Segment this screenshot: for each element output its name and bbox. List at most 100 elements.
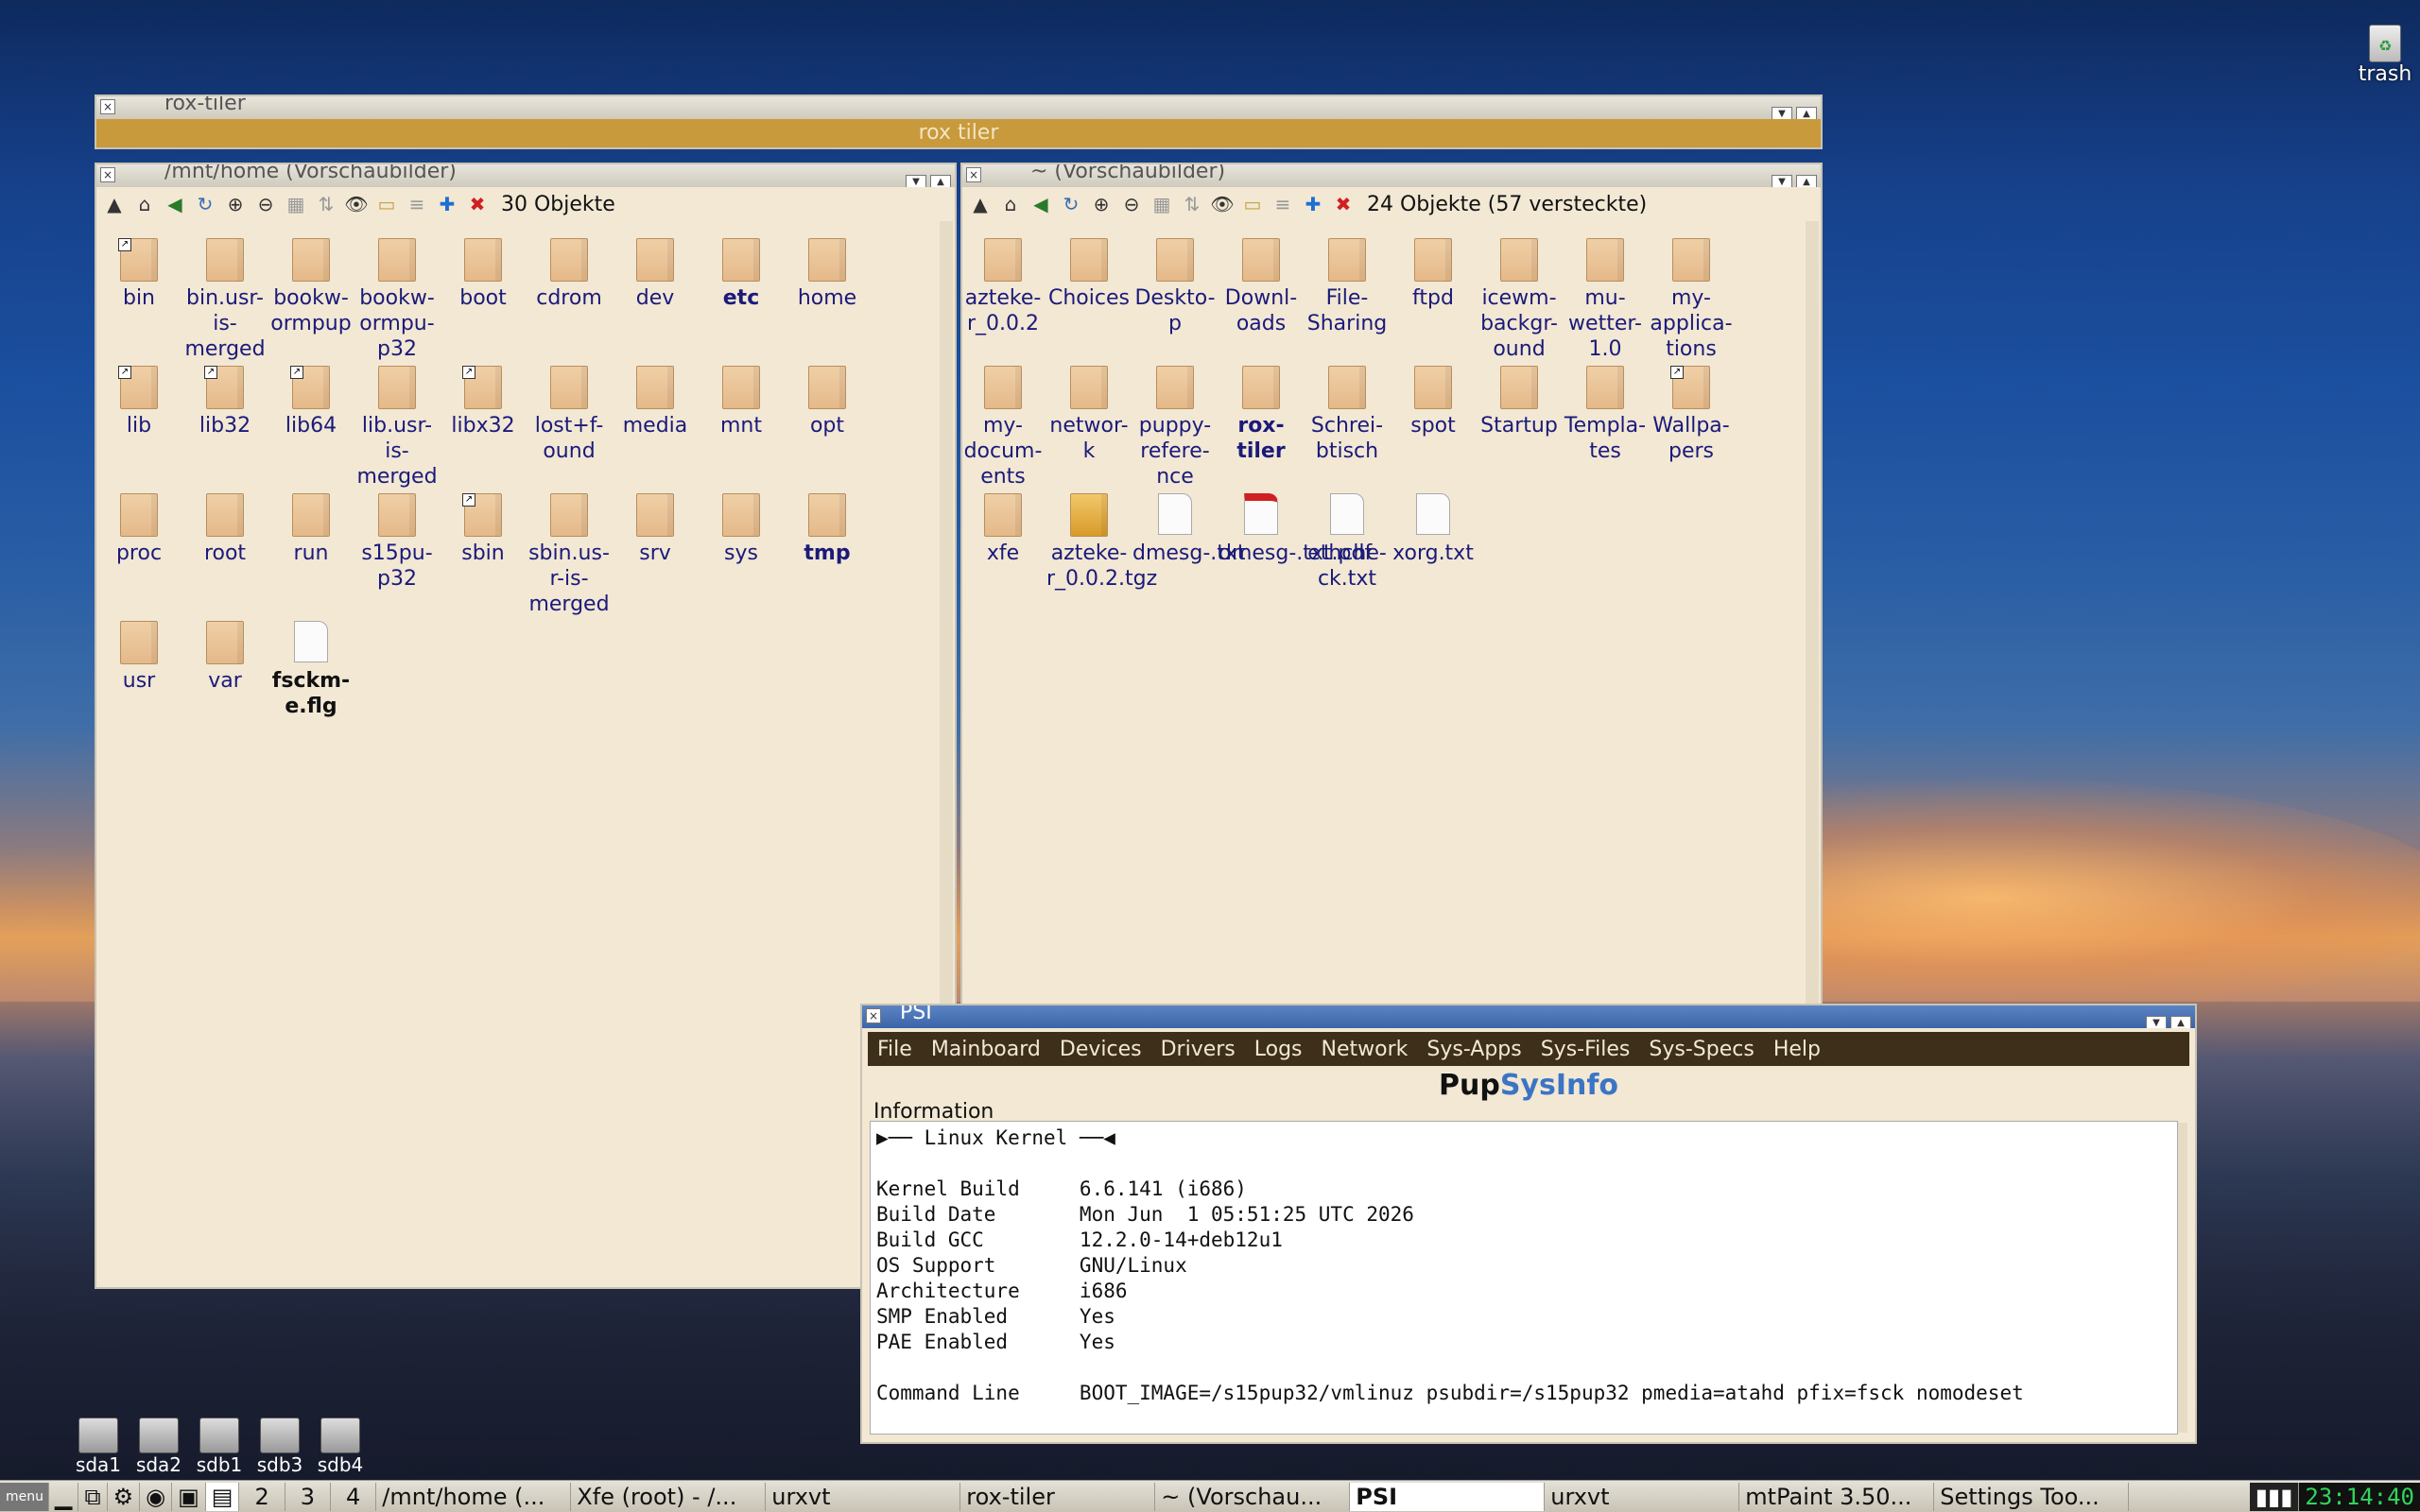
- folder-item[interactable]: Choices: [1046, 238, 1132, 311]
- folder-item[interactable]: lost+f-ound: [527, 366, 612, 464]
- select-icon[interactable]: ✚: [435, 192, 459, 216]
- close-icon[interactable]: ×: [966, 167, 981, 182]
- folder-item[interactable]: ↗ sbin: [441, 493, 526, 566]
- folder-item[interactable]: ↗ bin: [96, 238, 182, 311]
- task-button[interactable]: ~ (Vorschau...: [1155, 1482, 1351, 1511]
- maximize-icon[interactable]: ▲: [1796, 107, 1817, 119]
- back-icon[interactable]: ◀: [1028, 192, 1053, 216]
- file-item[interactable]: fsckm-e.flg: [268, 621, 354, 719]
- folder-item[interactable]: srv: [613, 493, 698, 566]
- folder-item[interactable]: root: [182, 493, 268, 566]
- folder-item[interactable]: home: [785, 238, 870, 311]
- zoom-in-icon[interactable]: ⊕: [1089, 192, 1114, 216]
- folder-item[interactable]: media: [613, 366, 698, 438]
- maximize-icon[interactable]: ▲: [1796, 175, 1817, 187]
- title-bar[interactable]: × /mnt/home (Vorschaubilder) ▼ ▲: [96, 164, 955, 187]
- details-icon[interactable]: ≡: [1270, 192, 1295, 216]
- desk-button[interactable]: 2: [239, 1482, 285, 1511]
- folder-item[interactable]: Downl-oads: [1219, 238, 1304, 336]
- file-item[interactable]: ethche-ck.txt: [1305, 493, 1390, 592]
- shade-icon[interactable]: ▼: [1772, 107, 1792, 119]
- title-bar[interactable]: × ~ (Vorschaubilder) ▼ ▲: [962, 164, 1821, 187]
- folder-item[interactable]: usr: [96, 621, 182, 694]
- task-button[interactable]: Xfe (root) - /...: [571, 1482, 767, 1511]
- maximize-icon[interactable]: ▲: [2170, 1016, 2191, 1028]
- folder-item[interactable]: dev: [613, 238, 698, 311]
- folder-item[interactable]: xfe: [960, 493, 1046, 566]
- maximize-icon[interactable]: ▲: [930, 175, 951, 187]
- task-button[interactable]: urxvt: [766, 1482, 961, 1511]
- folder-item[interactable]: ↗ lib: [96, 366, 182, 438]
- folder-item[interactable]: bookw-ormpu-p32: [354, 238, 440, 362]
- menu-item[interactable]: Devices: [1058, 1038, 1144, 1061]
- menu-item[interactable]: Sys-Specs: [1647, 1038, 1755, 1061]
- folder-item[interactable]: mnt: [699, 366, 784, 438]
- menu-item[interactable]: Mainboard: [929, 1038, 1043, 1061]
- view-icon[interactable]: ▦: [284, 192, 308, 216]
- folder-item[interactable]: Templa-tes: [1563, 366, 1648, 464]
- task-button[interactable]: rox-tiler: [960, 1482, 1156, 1511]
- shade-icon[interactable]: ▼: [2146, 1016, 2167, 1028]
- browser-icon[interactable]: ◉: [140, 1482, 173, 1511]
- home-icon[interactable]: ⌂: [132, 192, 157, 216]
- menu-item[interactable]: Logs: [1253, 1038, 1305, 1061]
- details-icon[interactable]: ≡: [405, 192, 429, 216]
- drive-icon[interactable]: sdb1: [191, 1418, 248, 1476]
- task-button[interactable]: PSI: [1350, 1482, 1546, 1511]
- zoom-in-icon[interactable]: ⊕: [223, 192, 248, 216]
- folder-item[interactable]: Startup: [1477, 366, 1562, 438]
- help-icon[interactable]: ✖: [465, 192, 490, 216]
- folder-item[interactable]: ↗ lib32: [182, 366, 268, 438]
- up-icon[interactable]: ▲: [102, 192, 127, 216]
- menu-item[interactable]: File: [875, 1038, 914, 1061]
- drive-icon[interactable]: sdb3: [251, 1418, 308, 1476]
- task-button[interactable]: urxvt: [1545, 1482, 1740, 1511]
- folder-item[interactable]: my-docum-ents: [960, 366, 1046, 490]
- folder-item[interactable]: ↗ Wallpa-pers: [1649, 366, 1734, 464]
- refresh-icon[interactable]: ↻: [1059, 192, 1083, 216]
- zoom-out-icon[interactable]: ⊖: [1119, 192, 1144, 216]
- folder-item[interactable]: rox-tiler: [1219, 366, 1304, 464]
- shade-icon[interactable]: ▼: [906, 175, 926, 187]
- title-bar[interactable]: × rox-tiler ▼ ▲: [96, 96, 1821, 119]
- folder-item[interactable]: lib.usr-is-merged: [354, 366, 440, 490]
- task-button[interactable]: Settings Too...: [1934, 1482, 2130, 1511]
- folder-item[interactable]: cdrom: [527, 238, 612, 311]
- folder-item[interactable]: networ-k: [1046, 366, 1132, 464]
- folder-item[interactable]: ↗ lib64: [268, 366, 354, 438]
- select-icon[interactable]: ✚: [1301, 192, 1325, 216]
- folder-item[interactable]: bin.usr-is-merged: [182, 238, 268, 362]
- desk-button[interactable]: 3: [285, 1482, 332, 1511]
- shade-icon[interactable]: ▼: [1772, 175, 1792, 187]
- folder-item[interactable]: sys: [699, 493, 784, 566]
- folder-item[interactable]: File-Sharing: [1305, 238, 1390, 336]
- rox-tiler-window[interactable]: × rox-tiler ▼ ▲ rox tiler: [95, 94, 1823, 149]
- folder-item[interactable]: my-applica-tions: [1649, 238, 1734, 362]
- folder-item[interactable]: tmp: [785, 493, 870, 566]
- close-icon[interactable]: ×: [100, 99, 115, 114]
- folder-item[interactable]: run: [268, 493, 354, 566]
- folder-item[interactable]: icewm-backgr-ound: [1477, 238, 1562, 362]
- back-icon[interactable]: ◀: [163, 192, 187, 216]
- window-list-icon[interactable]: ⧉: [78, 1482, 108, 1511]
- show-desktop-icon[interactable]: ▁: [49, 1482, 79, 1511]
- drive-icon[interactable]: sdb4: [312, 1418, 369, 1476]
- folder-item[interactable]: opt: [785, 366, 870, 438]
- menu-item[interactable]: Drivers: [1159, 1038, 1237, 1061]
- clock[interactable]: 23:14:40: [2299, 1482, 2420, 1511]
- drive-icon[interactable]: sda2: [130, 1418, 187, 1476]
- home-icon[interactable]: ⌂: [998, 192, 1023, 216]
- task-button[interactable]: mtPaint 3.50...: [1739, 1482, 1935, 1511]
- folder-item[interactable]: bookw-ormpup: [268, 238, 354, 336]
- psi-window[interactable]: × PSI ▼ ▲ File Mainboard Devices Drivers Logs…: [860, 1004, 2197, 1444]
- desk-button[interactable]: 4: [331, 1482, 377, 1511]
- title-bar[interactable]: × PSI ▼ ▲: [862, 1005, 2195, 1028]
- file-item[interactable]: dmesg-.txt: [1132, 493, 1246, 566]
- task-button[interactable]: /mnt/home (...: [376, 1482, 572, 1511]
- drive-icon[interactable]: sda1: [70, 1418, 127, 1476]
- info-text-area[interactable]: ▶── Linux Kernel ──◀ Kernel Build 6.6.14…: [870, 1121, 2178, 1435]
- menu-item[interactable]: Sys-Files: [1539, 1038, 1633, 1061]
- file-item[interactable]: azteke-r_0.0.2.tgz: [1046, 493, 1157, 592]
- sort-icon[interactable]: ⇅: [1180, 192, 1204, 216]
- up-icon[interactable]: ▲: [968, 192, 993, 216]
